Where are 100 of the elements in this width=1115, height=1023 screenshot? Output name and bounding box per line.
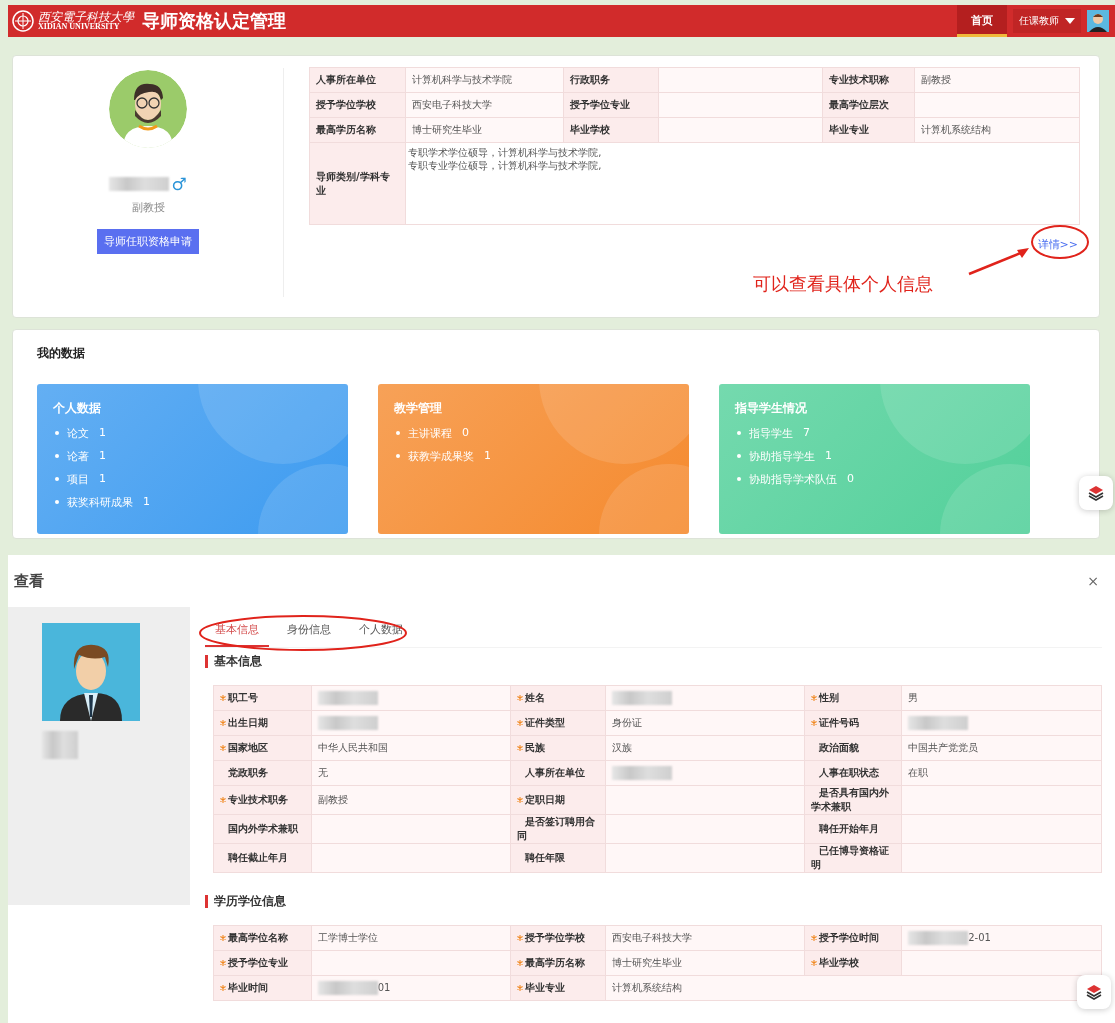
- section-title: 基本信息: [205, 655, 1102, 668]
- item-count: 0: [462, 426, 469, 441]
- field-label: 毕业学校: [818, 957, 859, 968]
- field-label: 聘任开始年月: [818, 823, 879, 834]
- layers-icon: [1086, 984, 1102, 1000]
- layers-button[interactable]: [1079, 476, 1113, 510]
- field-label: 是否签订聘用合同: [517, 816, 596, 841]
- field-label: 授予学位学校: [309, 92, 406, 118]
- field-label: 授予学位专业: [563, 92, 659, 118]
- nav-tab[interactable]: 首页: [957, 5, 1007, 37]
- stat-card[interactable]: 个人数据 论文 1 论著 1 项目 1 获奖科研成果 1: [37, 384, 348, 534]
- logo-subtitle: XIDIAN UNIVERSITY: [38, 23, 120, 32]
- field-label: 是否具有国内外学术兼职: [810, 787, 889, 812]
- field-label: 授予学位专业: [228, 957, 288, 968]
- caret-icon: [1065, 18, 1075, 24]
- field-label: 导师类别/学科专业: [309, 142, 406, 225]
- item-label: 论文: [67, 426, 89, 442]
- item-count: 1: [99, 426, 106, 441]
- close-button[interactable]: ×: [1083, 573, 1103, 589]
- role-dropdown[interactable]: 任课教师: [1013, 9, 1081, 33]
- item-label: 项目: [67, 472, 89, 488]
- item-count: 1: [99, 449, 106, 464]
- field-label: 性别: [818, 692, 839, 703]
- field-label: 国内外学术兼职: [228, 823, 298, 834]
- field-value: 副教授: [311, 785, 511, 815]
- field-label: 民族: [525, 742, 546, 753]
- field-value: 西安电子科技大学: [605, 925, 804, 951]
- field-label: 国家地区: [228, 742, 268, 753]
- layers-button[interactable]: [1077, 975, 1111, 1009]
- field-label: 最高学位层次: [822, 92, 915, 118]
- field-label: 党政职务: [228, 767, 268, 778]
- item-count: 1: [143, 495, 150, 510]
- emblem-icon: [12, 10, 34, 32]
- field-label: 专业技术职务: [228, 794, 288, 805]
- field-label: 毕业学校: [563, 117, 659, 143]
- item-label: 获教学成果奖: [408, 449, 474, 465]
- field-value: 西安电子科技大学: [405, 92, 564, 118]
- item-label: 协助指导学生: [749, 449, 815, 465]
- field-value: 博士研究生毕业: [605, 950, 804, 976]
- item-label: 论著: [67, 449, 89, 465]
- tab[interactable]: 身份信息: [277, 613, 341, 647]
- item-label: 指导学生: [749, 426, 793, 442]
- field-label: 职工号: [228, 692, 258, 703]
- field-label: 人事在职状态: [818, 767, 879, 778]
- stat-title: 个人数据: [53, 400, 102, 417]
- section-title: 学历学位信息: [205, 895, 1102, 908]
- field-value: 汉族: [605, 735, 804, 761]
- field-label: 最高学历名称: [525, 957, 586, 968]
- annotation-text: 可以查看具体个人信息: [753, 272, 933, 296]
- field-value: 博士研究生毕业: [405, 117, 564, 143]
- item-count: 1: [99, 472, 106, 487]
- item-count: 1: [825, 449, 832, 464]
- app-title: 导师资格认定管理: [142, 9, 286, 33]
- field-label: 行政职务: [563, 67, 659, 93]
- layers-icon: [1088, 485, 1104, 501]
- item-count: 0: [847, 472, 854, 487]
- field-label: 人事所在单位: [309, 67, 406, 93]
- field-value: 专职学术学位硕导，计算机科学与技术学院,: [408, 146, 603, 159]
- highlight-ellipse: [1030, 224, 1090, 260]
- field-value: 在职: [901, 760, 1102, 786]
- item-label: 协助指导学术队伍: [749, 472, 837, 488]
- gender-symbol: ♂: [171, 174, 187, 194]
- field-label: 出生日期: [228, 717, 268, 728]
- dialog-title: 查看: [14, 571, 44, 591]
- item-count: 1: [484, 449, 491, 464]
- field-value: 副教授: [914, 67, 1080, 93]
- section-title: 我的数据: [37, 345, 86, 362]
- logo-text: 西安電子科技大學: [38, 10, 134, 24]
- field-label: 聘任截止年月: [228, 852, 288, 863]
- field-label: 已任博导资格证明: [810, 845, 889, 870]
- apply-button[interactable]: 导师任职资格申请: [97, 229, 199, 254]
- field-value: 中国共产党党员: [901, 735, 1102, 761]
- item-label: 主讲课程: [408, 426, 452, 442]
- field-label: 毕业专业: [525, 982, 566, 993]
- item-label: 获奖科研成果: [67, 495, 133, 511]
- field-value: 男: [901, 685, 1102, 711]
- field-value: 中华人民共和国: [311, 735, 511, 761]
- rank-text: 副教授: [131, 200, 165, 215]
- stat-title: 指导学生情况: [735, 400, 808, 417]
- field-value: 计算机科学与技术学院: [405, 67, 564, 93]
- field-label: 毕业专业: [822, 117, 915, 143]
- field-label: 聘任年限: [525, 852, 566, 863]
- tab[interactable]: 基本信息: [205, 613, 269, 647]
- field-label: 姓名: [525, 692, 546, 703]
- field-value: 2-01: [968, 932, 991, 943]
- field-label: 证件类型: [525, 717, 566, 728]
- field-value: 01: [377, 982, 391, 993]
- field-label: 最高学历名称: [309, 117, 406, 143]
- field-label: 政治面貌: [818, 742, 859, 753]
- field-label: 授予学位时间: [818, 932, 879, 943]
- item-count: 7: [803, 426, 810, 441]
- field-label: 证件号码: [818, 717, 859, 728]
- field-value: 工学博士学位: [311, 925, 511, 951]
- field-label: 毕业时间: [228, 982, 268, 993]
- field-label: 专业技术职称: [822, 67, 915, 93]
- field-label: 最高学位名称: [228, 932, 288, 943]
- stat-title: 教学管理: [394, 400, 443, 417]
- field-value: 身份证: [605, 710, 804, 736]
- field-value: 无: [311, 760, 511, 786]
- field-label: 定职日期: [525, 794, 566, 805]
